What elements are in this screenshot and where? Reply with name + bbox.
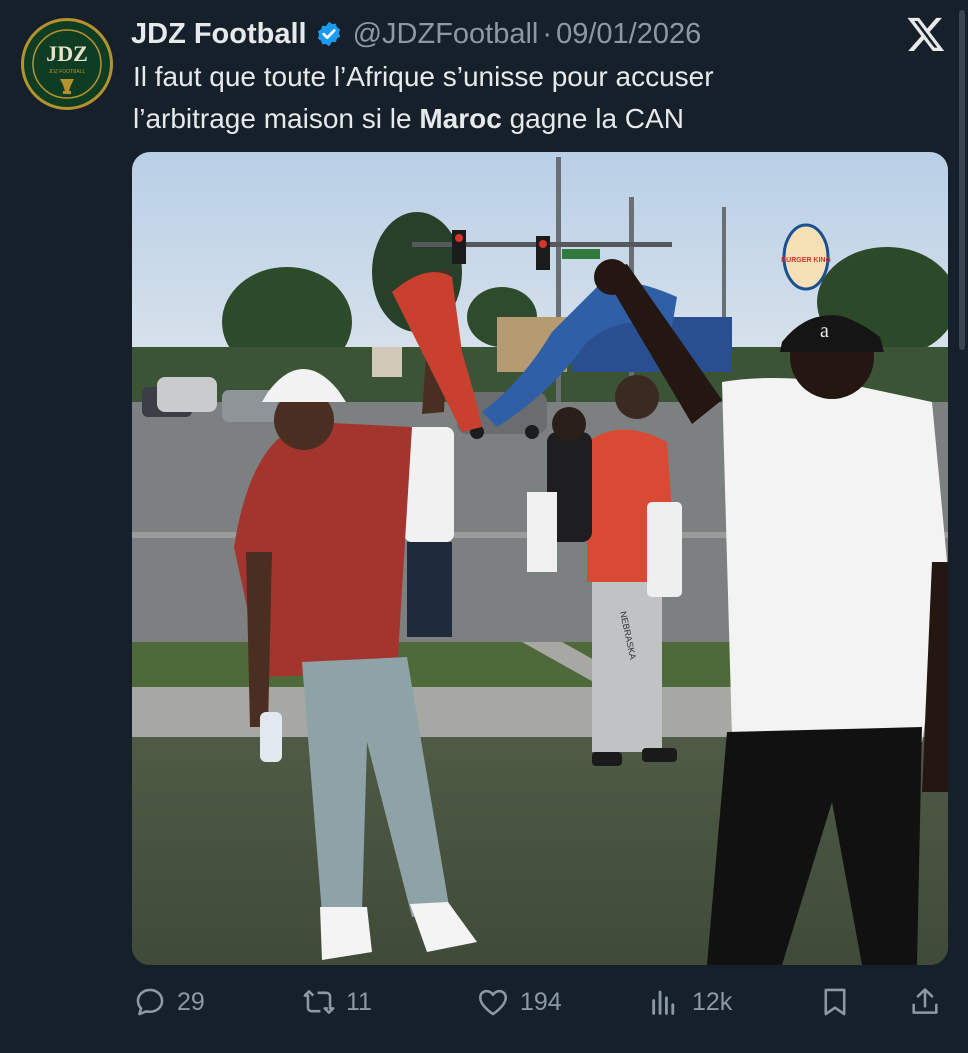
reply-button[interactable]: 29 [133,983,205,1021]
tweet-text-bold: Maroc [419,103,502,134]
man-arm [246,552,272,727]
share-button[interactable] [908,983,942,1021]
action-bar: 29 11 194 12k [0,975,968,1029]
background-person-pants [592,572,662,752]
retweet-button[interactable]: 11 [302,983,372,1021]
tweet-text-prefix: l’arbitrage maison si le [133,103,420,134]
views-icon [652,990,675,1015]
display-name[interactable]: JDZ Football [131,18,307,51]
avatar-initials: JDZ [46,41,88,66]
views-count: 12k [692,987,733,1016]
avatar-logo: JDZ JDZ FOOTBALL [27,24,107,104]
like-button[interactable]: 194 [476,983,562,1021]
share-icon [912,988,938,1014]
reply-icon [136,988,164,1016]
bookmark-icon [824,988,846,1016]
background-person-head [615,375,659,419]
cap-logo: a [820,320,829,342]
avatar[interactable]: JDZ JDZ FOOTBALL [21,18,113,110]
tweet-header: JDZ Football @JDZFootball · 09/01/2026 [131,14,701,54]
retweet-count: 11 [346,987,372,1016]
photo-scene: BURGER KING NEBRASKA a [132,152,948,965]
tweet-text: Il faut que toute l’Afrique s’unisse pou… [133,56,933,140]
views-button[interactable]: 12k [648,983,732,1021]
x-logo-icon[interactable] [906,14,946,54]
like-icon [478,989,508,1016]
verified-icon [317,21,340,47]
tweet-text-line-2: l’arbitrage maison si le Maroc gagne la … [133,98,933,140]
tweet-date[interactable]: 09/01/2026 [556,18,701,51]
street-sign [562,249,600,259]
man-white-tshirt [722,378,948,742]
tweet-card[interactable]: JDZ JDZ FOOTBALL JDZ Football @JDZFootba… [0,0,968,1053]
water-bottle [260,712,282,762]
reply-count: 29 [177,987,205,1016]
separator: · [542,17,553,50]
tweet-photo[interactable]: BURGER KING NEBRASKA a [132,152,948,965]
tweet-text-suffix: gagne la CAN [501,103,684,134]
avatar-subtext: JDZ FOOTBALL [49,69,86,75]
scrollbar[interactable] [959,10,965,350]
sneaker [320,907,372,960]
retweet-icon [303,990,335,1014]
burger-king-text: BURGER KING [781,257,831,264]
car [157,377,217,412]
like-count: 194 [520,987,562,1016]
handle[interactable]: @JDZFootball [353,18,539,51]
tweet-text-line-1: Il faut que toute l’Afrique s’unisse pou… [133,61,714,92]
background-person-white [404,427,454,542]
sign-paper [647,502,682,597]
bookmark-button[interactable] [818,983,852,1021]
